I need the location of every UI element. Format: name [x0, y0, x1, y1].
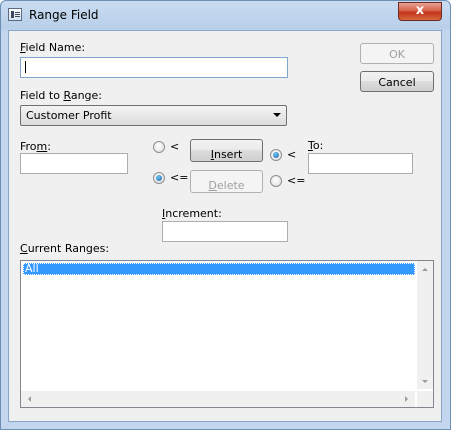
scroll-down-icon[interactable]	[422, 380, 428, 383]
scrollbar-corner	[417, 391, 433, 407]
list-item-selected[interactable]: All	[23, 263, 415, 275]
ok-button[interactable]: OK	[360, 43, 434, 64]
to-less-equal-label: <=	[287, 174, 306, 187]
current-ranges-list[interactable]: All	[20, 260, 434, 408]
from-less-equal-radio[interactable]	[153, 172, 165, 184]
increment-label: Increment:	[162, 207, 222, 220]
from-less-than-radio[interactable]	[153, 141, 165, 153]
range-field-dialog: Range Field x Field Name: OK Cancel Fiel…	[0, 0, 451, 430]
text-caret	[25, 61, 26, 73]
scroll-left-icon[interactable]	[28, 396, 31, 402]
field-name-label: Field Name:	[20, 41, 86, 54]
to-less-than-radio[interactable]	[270, 149, 282, 161]
cancel-button[interactable]: Cancel	[360, 71, 434, 92]
title-bar[interactable]: Range Field x	[1, 1, 450, 30]
dropdown-arrow-icon	[273, 113, 281, 117]
vertical-scrollbar[interactable]	[417, 261, 433, 389]
scroll-right-icon[interactable]	[405, 396, 408, 402]
field-to-range-value: Customer Profit	[26, 109, 112, 122]
to-less-than-label: <	[287, 148, 297, 161]
field-name-input[interactable]	[20, 57, 288, 78]
to-input[interactable]	[308, 153, 413, 174]
field-to-range-label: Field to Range:	[20, 89, 103, 102]
dialog-body: Field Name: OK Cancel Field to Range: Cu…	[8, 30, 442, 422]
to-label: To:	[308, 139, 324, 152]
app-window-icon	[8, 8, 22, 21]
horizontal-scrollbar[interactable]	[21, 391, 415, 407]
from-label: From:	[20, 140, 51, 153]
window-title: Range Field	[29, 8, 99, 22]
from-less-equal-label: <=	[170, 171, 189, 184]
field-to-range-dropdown[interactable]: Customer Profit	[20, 105, 287, 126]
to-less-equal-radio[interactable]	[270, 175, 282, 187]
close-button[interactable]: x	[398, 2, 442, 21]
increment-input[interactable]	[162, 221, 288, 242]
scroll-up-icon[interactable]	[422, 268, 428, 271]
from-input[interactable]	[20, 153, 128, 174]
insert-button[interactable]: Insert	[190, 139, 263, 162]
delete-button[interactable]: Delete	[190, 170, 263, 193]
close-icon: x	[415, 3, 425, 18]
from-less-than-label: <	[170, 140, 180, 153]
current-ranges-label: Current Ranges:	[20, 242, 110, 255]
